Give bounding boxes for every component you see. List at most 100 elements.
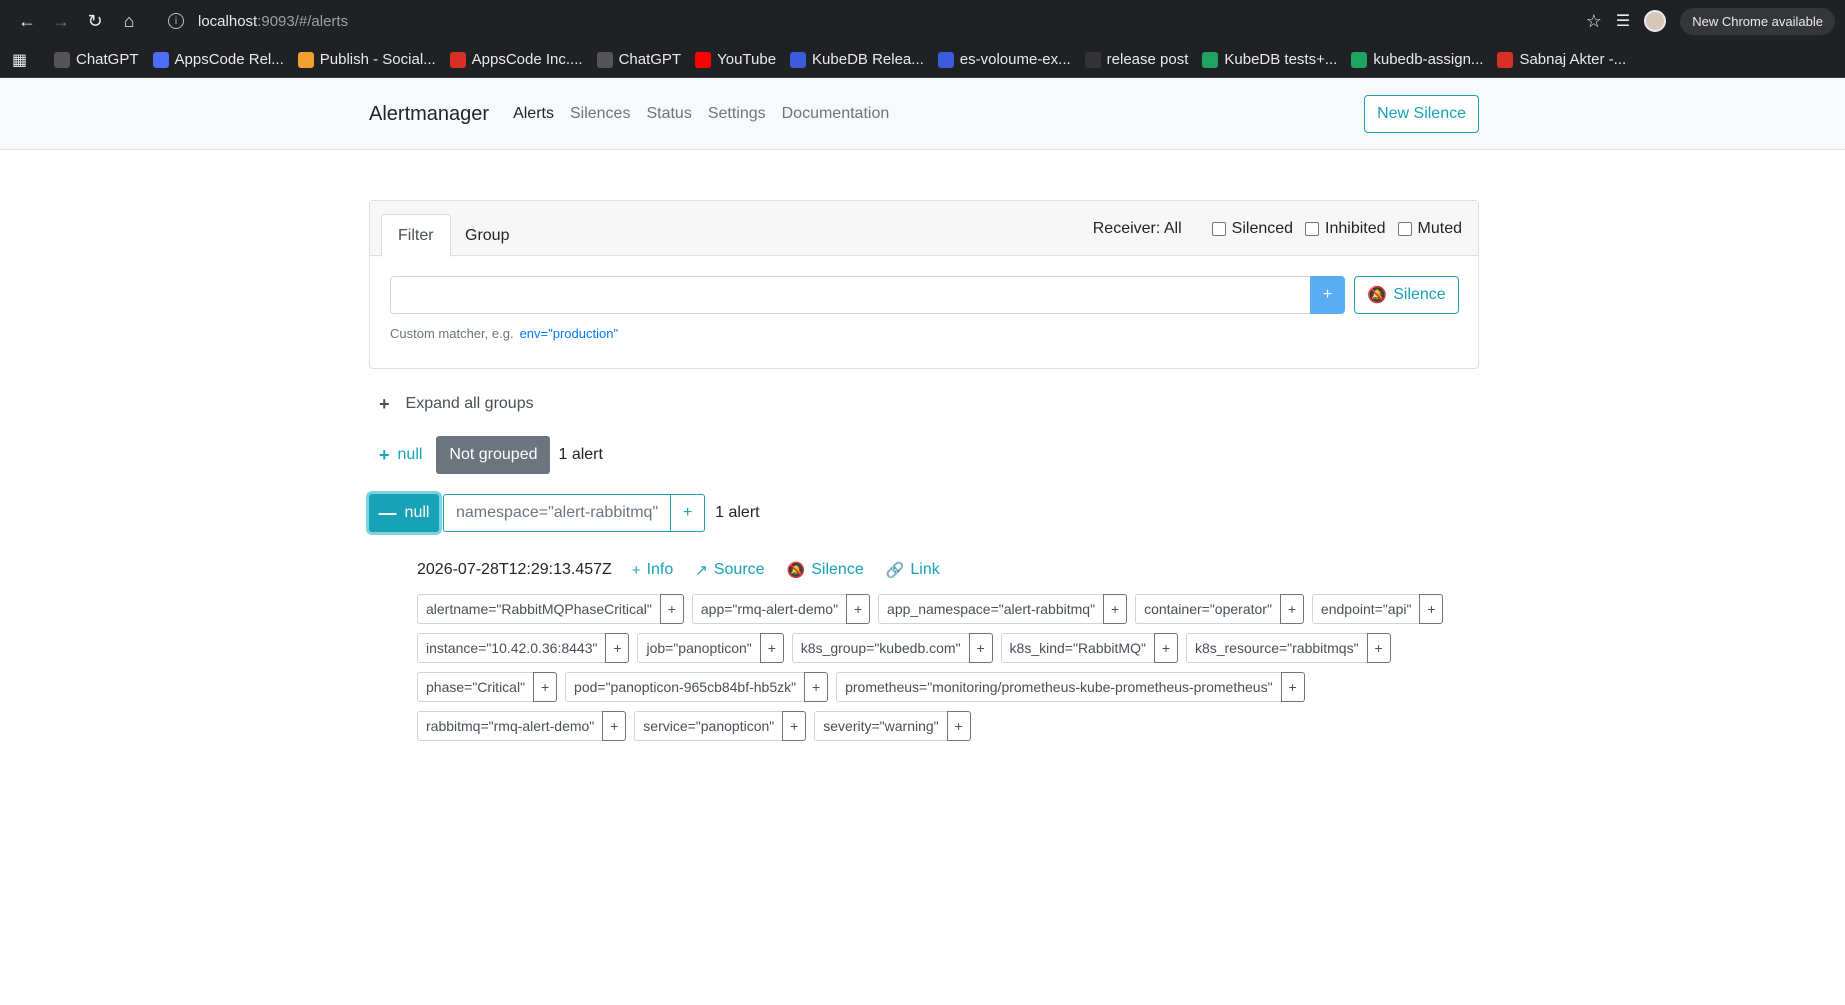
label-add-filter-button[interactable]: + <box>946 711 971 741</box>
bookmark-item[interactable]: AppsCode Inc.... <box>449 51 583 68</box>
apps-grid-icon[interactable]: ▦ <box>12 50 42 70</box>
bookmark-item[interactable]: YouTube <box>695 51 776 68</box>
bookmark-item[interactable]: es-voloume-ex... <box>937 51 1071 68</box>
label-add-filter-button[interactable]: + <box>533 672 558 702</box>
label-add-filter-button[interactable]: + <box>1419 594 1444 624</box>
label-add-filter-button[interactable]: + <box>1103 594 1128 624</box>
site-info-icon[interactable]: i <box>168 13 184 29</box>
label-matcher[interactable]: app="rmq-alert-demo" <box>691 594 848 624</box>
muted-label: Muted <box>1417 219 1462 237</box>
namespace-add-filter-button[interactable]: + <box>670 495 704 531</box>
label-chip: k8s_resource="rabbitmqs" + <box>1185 633 1391 663</box>
label-matcher[interactable]: container="operator" <box>1135 594 1281 624</box>
label-matcher[interactable]: k8s_kind="RabbitMQ" <box>1000 633 1155 663</box>
bookmark-item[interactable]: release post <box>1084 51 1188 68</box>
nav-settings[interactable]: Settings <box>708 105 766 123</box>
home-icon[interactable]: ⌂ <box>112 4 146 38</box>
label-chip: instance="10.42.0.36:8443" + <box>417 633 630 663</box>
filter-input[interactable] <box>390 276 1311 314</box>
profile-avatar[interactable] <box>1644 10 1667 32</box>
add-matcher-button[interactable]: + <box>1310 276 1345 314</box>
label-matcher[interactable]: prometheus="monitoring/prometheus-kube-p… <box>836 672 1282 702</box>
label-chip: severity="warning" + <box>814 711 971 741</box>
bookmark-item[interactable]: ChatGPT <box>596 51 682 68</box>
bookmark-label: ChatGPT <box>618 51 682 68</box>
namespace-matcher-label[interactable]: namespace="alert-rabbitmq" <box>444 495 670 531</box>
label-add-filter-button[interactable]: + <box>605 633 630 663</box>
label-add-filter-button[interactable]: + <box>1280 672 1305 702</box>
bookmark-item[interactable]: Sabnaj Akter -... <box>1497 51 1626 68</box>
nav-status[interactable]: Status <box>646 105 691 123</box>
alert-link[interactable]: 🔗 Link <box>886 561 940 579</box>
bookmark-item[interactable]: Publish - Social... <box>297 51 436 68</box>
label-matcher[interactable]: phase="Critical" <box>417 672 535 702</box>
reload-icon[interactable]: ↻ <box>78 4 112 38</box>
bookmark-item[interactable]: ChatGPT <box>54 51 139 68</box>
nav-documentation[interactable]: Documentation <box>782 105 890 123</box>
nav-alerts[interactable]: Alerts <box>513 105 554 123</box>
label-matcher[interactable]: severity="warning" <box>814 711 948 741</box>
bookmark-favicon-icon <box>1351 51 1368 68</box>
label-matcher[interactable]: job="panopticon" <box>637 633 761 663</box>
tab-group[interactable]: Group <box>449 214 525 257</box>
group-collapse-toggle[interactable]: — null <box>369 494 439 532</box>
label-matcher[interactable]: instance="10.42.0.36:8443" <box>417 633 607 663</box>
label-matcher[interactable]: k8s_group="kubedb.com" <box>791 633 970 663</box>
alert-info-button[interactable]: + Info <box>632 561 673 579</box>
group-expand-toggle[interactable]: + null <box>369 436 436 474</box>
chrome-update-button[interactable]: New Chrome available <box>1680 7 1835 35</box>
label-add-filter-button[interactable]: + <box>1366 633 1391 663</box>
new-silence-button[interactable]: New Silence <box>1364 95 1479 133</box>
label-add-filter-button[interactable]: + <box>602 711 627 741</box>
label-add-filter-button[interactable]: + <box>846 594 871 624</box>
bookmark-label: es-voloume-ex... <box>959 51 1071 68</box>
back-icon[interactable]: ← <box>10 4 44 38</box>
expand-all-groups[interactable]: + Expand all groups <box>369 392 1479 416</box>
receiver-selector[interactable]: Receiver: All <box>1093 220 1182 238</box>
label-matcher[interactable]: app_namespace="alert-rabbitmq" <box>878 594 1105 624</box>
nav-silences[interactable]: Silences <box>570 105 630 123</box>
label-chip: pod="panopticon-965cb84bf-hb5zk" + <box>565 672 829 702</box>
label-add-filter-button[interactable]: + <box>782 711 807 741</box>
browser-toolbar: ← → ↻ ⌂ i localhost:9093/#/alerts ☆ ☰ Ne… <box>0 0 1845 42</box>
inhibited-label: Inhibited <box>1325 219 1386 237</box>
tab-filter[interactable]: Filter <box>381 214 451 257</box>
bookmark-item[interactable]: KubeDB tests+... <box>1202 51 1337 68</box>
bookmark-star-icon[interactable]: ☆ <box>1586 11 1602 32</box>
label-matcher[interactable]: service="panopticon" <box>634 711 784 741</box>
matcher-example-link[interactable]: env="production" <box>520 326 619 341</box>
label-add-filter-button[interactable]: + <box>968 633 993 663</box>
bookmark-item[interactable]: kubedb-assign... <box>1351 51 1483 68</box>
label-matcher[interactable]: pod="panopticon-965cb84bf-hb5zk" <box>565 672 806 702</box>
alert-labels: alertname="RabbitMQPhaseCritical" + app="r… <box>417 594 1479 750</box>
alert-silence-label: Silence <box>811 561 864 578</box>
address-bar[interactable]: i localhost:9093/#/alerts <box>154 4 1586 38</box>
expand-all-label: Expand all groups <box>405 395 534 412</box>
bookmark-item[interactable]: AppsCode Rel... <box>152 51 284 68</box>
filter-silence-button[interactable]: 🔕 Silence <box>1354 276 1459 314</box>
label-matcher[interactable]: alertname="RabbitMQPhaseCritical" <box>417 594 661 624</box>
forward-icon[interactable]: → <box>44 4 78 38</box>
silenced-checkbox[interactable] <box>1211 221 1226 236</box>
label-add-filter-button[interactable]: + <box>804 672 829 702</box>
bookmark-label: kubedb-assign... <box>1373 51 1484 68</box>
label-add-filter-button[interactable]: + <box>1279 594 1304 624</box>
brand-title[interactable]: Alertmanager <box>369 103 489 126</box>
muted-checkbox[interactable] <box>1397 221 1412 236</box>
label-matcher[interactable]: k8s_resource="rabbitmqs" <box>1185 633 1368 663</box>
bookmark-favicon-icon <box>1084 51 1101 68</box>
alert-source-link[interactable]: ↗ Source <box>695 561 764 579</box>
alert-silence-button[interactable]: 🔕 Silence <box>787 561 864 579</box>
inhibited-checkbox[interactable] <box>1305 221 1320 236</box>
media-controls-icon[interactable]: ☰ <box>1616 11 1630 31</box>
label-add-filter-button[interactable]: + <box>659 594 684 624</box>
bookmarks-bar: ▦ ChatGPT AppsCode Rel... Publish - Social… <box>0 42 1845 78</box>
label-add-filter-button[interactable]: + <box>1153 633 1178 663</box>
bookmark-item[interactable]: KubeDB Relea... <box>790 51 924 68</box>
label-matcher[interactable]: rabbitmq="rmq-alert-demo" <box>417 711 604 741</box>
filter-silence-label: Silence <box>1393 286 1446 303</box>
bookmark-favicon-icon <box>937 51 954 68</box>
label-matcher[interactable]: endpoint="api" <box>1311 594 1421 624</box>
namespace-matcher-chip: namespace="alert-rabbitmq" + <box>443 494 706 532</box>
label-add-filter-button[interactable]: + <box>759 633 784 663</box>
